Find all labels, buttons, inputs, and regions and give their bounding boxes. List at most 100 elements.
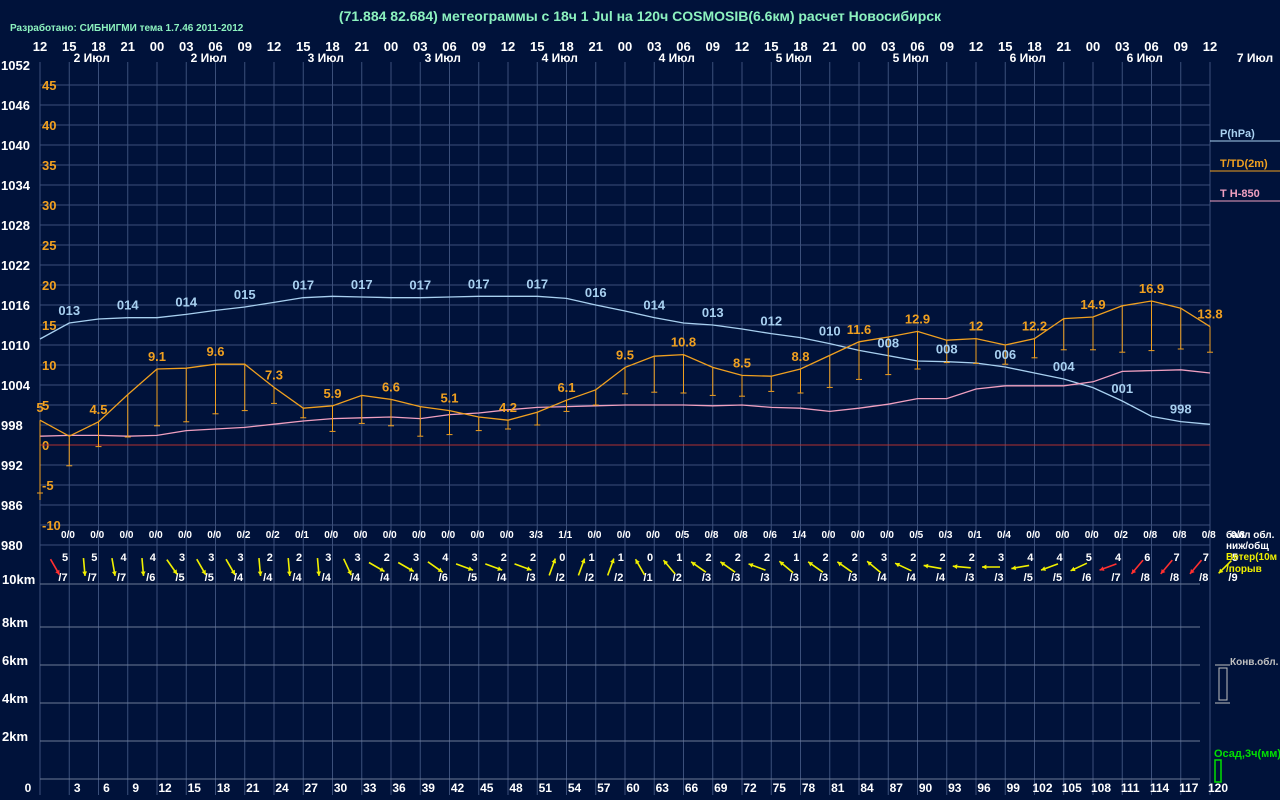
cloud-cover-value: 0/8 (705, 530, 719, 541)
wind-gust: /3 (760, 572, 769, 584)
wind-gust: /2 (614, 572, 623, 584)
top-hour-label: 09 (238, 39, 252, 54)
wind-gust: /4 (234, 572, 244, 584)
temperature-tick: 45 (42, 78, 56, 93)
wind-speed: 0 (647, 552, 653, 564)
pressure-data-label: 017 (409, 278, 431, 293)
wind-speed: 2 (267, 552, 273, 564)
forecast-hour-label: 30 (334, 781, 348, 795)
forecast-hour-label: 117 (1179, 781, 1199, 795)
cloud-cover-value: 0/0 (1026, 530, 1040, 541)
wind-speed: 2 (296, 552, 302, 564)
forecast-hour-label: 102 (1032, 781, 1052, 795)
temperature-data-label: 14.9 (1080, 297, 1105, 312)
cloud-cover-value: 1/4 (792, 530, 806, 541)
pressure-data-label: 014 (175, 294, 197, 309)
wind-gust: /4 (263, 572, 273, 584)
pressure-data-label: 014 (117, 298, 139, 313)
wind-arrow-head (952, 564, 958, 569)
wind-speed: 6 (1144, 552, 1150, 564)
pressure-tick: 1022 (1, 258, 30, 273)
wind-speed: 2 (764, 552, 770, 564)
cloud-cover-value: 0/0 (646, 530, 660, 541)
height-tick: 8km (2, 615, 28, 630)
forecast-hour-label: 15 (188, 781, 202, 795)
wind-speed: 2 (969, 552, 975, 564)
wind-speed: 3 (471, 552, 477, 564)
wind-gust: /5 (1024, 572, 1033, 584)
temperature-data-label: 12.9 (905, 311, 930, 326)
temperature-data-label: 10.8 (671, 335, 696, 350)
pressure-tick: 1004 (1, 378, 31, 393)
wind-label-2: /порыв (1226, 564, 1262, 575)
cloud-cover-value: 0/0 (471, 530, 485, 541)
forecast-hour-label: 18 (217, 781, 231, 795)
cloud-cover-value: 0/0 (120, 530, 134, 541)
wind-speed: 2 (822, 552, 828, 564)
temperature-tick: 35 (42, 158, 56, 173)
pressure-data-label: 013 (58, 303, 80, 318)
pressure-data-label: 004 (1053, 359, 1075, 374)
wind-speed: 1 (618, 552, 624, 564)
date-label: 5 Июл (776, 51, 812, 65)
forecast-hour-label: 84 (860, 781, 874, 795)
conv-cloud-bar (1218, 667, 1228, 701)
date-label: 5 Июл (893, 51, 929, 65)
cloud-cover-value: 0/8 (1202, 530, 1216, 541)
cloud-cover-value: 0/0 (354, 530, 368, 541)
precip-bar (1214, 759, 1222, 783)
pressure-data-label: 006 (994, 347, 1016, 362)
wind-speed: 3 (179, 552, 185, 564)
forecast-hour-label: 81 (831, 781, 845, 795)
cloud-cover-value: 0/0 (383, 530, 397, 541)
wind-gust: /4 (936, 572, 946, 584)
forecast-hour-label: 33 (363, 781, 377, 795)
forecast-hour-label: 27 (305, 781, 319, 795)
wind-gust: /4 (497, 572, 507, 584)
temperature-data-label: 5.1 (440, 391, 458, 406)
wind-speed: 4 (150, 552, 157, 564)
cloud-cover-value: 0/0 (1056, 530, 1070, 541)
pressure-tick: 980 (1, 538, 23, 553)
forecast-hour-label: 48 (509, 781, 523, 795)
cloud-cover-value: 0/0 (500, 530, 514, 541)
wind-speed: 4 (1115, 552, 1122, 564)
top-hour-label: 09 (706, 39, 720, 54)
temperature-data-label: 4.2 (499, 400, 517, 415)
forecast-hour-label: 90 (919, 781, 933, 795)
forecast-hour-label: 72 (743, 781, 757, 795)
wind-gust: /3 (819, 572, 828, 584)
legend-label: P(hPa) (1220, 128, 1255, 140)
legend-label: T H-850 (1220, 188, 1260, 200)
cloud-cover-value: 0/0 (851, 530, 865, 541)
cloud-cover-value: 0/1 (968, 530, 982, 541)
temperature-data-label: 7.3 (265, 367, 283, 382)
wind-speed: 3 (237, 552, 243, 564)
wind-gust: /6 (1082, 572, 1091, 584)
wind-gust: /5 (468, 572, 477, 584)
pressure-data-label: 017 (292, 278, 314, 293)
forecast-hour-label: 120 (1208, 781, 1228, 795)
date-label: 2 Июл (191, 51, 227, 65)
forecast-hour-label: 63 (656, 781, 670, 795)
wind-gust: /3 (994, 572, 1003, 584)
top-hour-label: 00 (384, 39, 398, 54)
wind-speed: 2 (852, 552, 858, 564)
pressure-tick: 992 (1, 458, 23, 473)
temperature-data-label: 11.6 (847, 322, 872, 337)
cloud-cover-value: 0/0 (149, 530, 163, 541)
height-tick: 4km (2, 691, 28, 706)
pressure-data-label: 017 (526, 276, 548, 291)
wind-speed: 2 (939, 552, 945, 564)
pressure-tick: 998 (1, 418, 23, 433)
cloud-cover-value: 0/0 (880, 530, 894, 541)
wind-gust: /5 (1053, 572, 1062, 584)
forecast-hour-label: 42 (451, 781, 465, 795)
pressure-data-label: 016 (585, 285, 607, 300)
cloud-cover-value: 0/2 (1114, 530, 1128, 541)
temperature-tick: 40 (42, 118, 56, 133)
pressure-data-label: 013 (702, 305, 724, 320)
cloud-cover-value: 0/4 (997, 530, 1011, 541)
cloud-cover-value: 0/0 (1085, 530, 1099, 541)
pressure-data-label: 014 (643, 298, 665, 313)
